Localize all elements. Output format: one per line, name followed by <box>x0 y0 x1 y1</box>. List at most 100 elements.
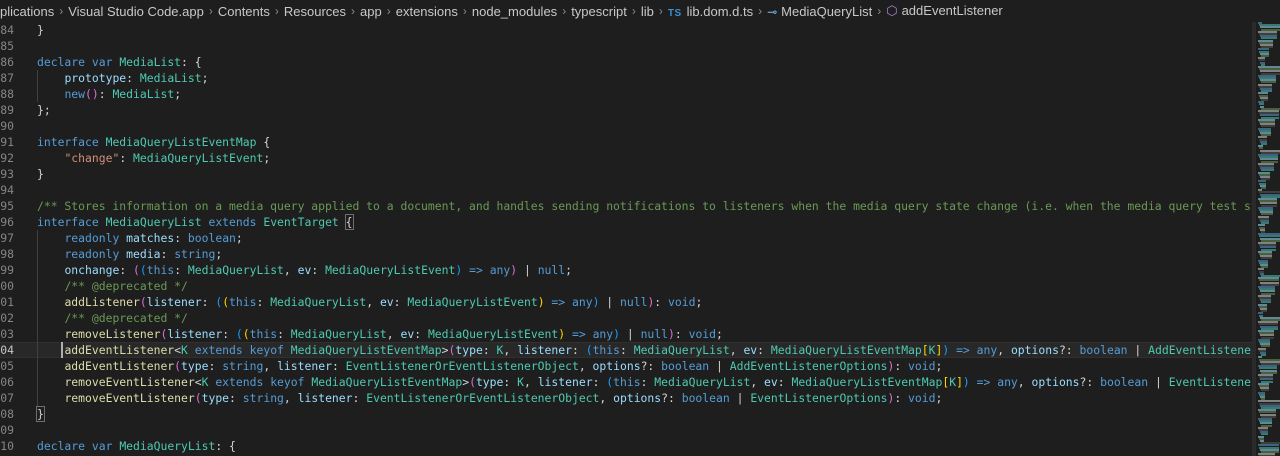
code-token: "change" <box>64 151 120 165</box>
code-text: addEventListener(type: string, listener:… <box>37 358 942 374</box>
code-text: /** @deprecated */ <box>37 278 188 294</box>
code-line[interactable]: 93} <box>0 166 1252 182</box>
code-token: any <box>976 343 998 357</box>
code-line[interactable]: 05 addEventListener(type: string, listen… <box>0 358 1252 374</box>
code-line[interactable]: 92 "change": MediaQueryListEvent; <box>0 150 1252 166</box>
breadcrumb-item[interactable]: plications <box>0 4 54 19</box>
code-token: interface <box>37 135 99 149</box>
code-line[interactable]: 96 interface MediaQueryList extends Event… <box>0 214 1252 230</box>
code-text: removeListener(listener: ((this: MediaQu… <box>37 326 722 342</box>
line-number: 07 <box>0 391 14 405</box>
breadcrumb-item[interactable]: extensions <box>396 4 458 19</box>
code-line[interactable]: 07 removeEventListener(type: string, lis… <box>0 390 1252 406</box>
code-token: : <box>331 359 346 373</box>
code-token: extends <box>194 343 243 357</box>
code-token: : <box>229 391 243 405</box>
line-number: 04 <box>0 343 14 357</box>
code-token: , <box>1017 375 1032 389</box>
code-token: boolean <box>187 231 236 245</box>
breadcrumb-item[interactable]: Contents <box>218 4 270 19</box>
code-token: , <box>729 343 744 357</box>
breadcrumb-symbol-method[interactable]: ⬡ addEventListener <box>886 3 1003 19</box>
code-token: extends <box>208 215 257 229</box>
code-text: /** @deprecated */ <box>37 310 187 326</box>
breadcrumb-symbol-interface[interactable]: ⊸ MediaQueryList <box>767 4 872 19</box>
breadcrumb-item[interactable]: app <box>360 4 382 19</box>
code-token: removeEventListener <box>64 391 195 405</box>
code-line[interactable]: 98 readonly media: string; <box>0 246 1252 262</box>
code-token: ( <box>242 327 250 341</box>
code-token: new <box>64 87 86 101</box>
code-editor[interactable]: 84} 85 86 declare var MediaList: {87 protot… <box>0 22 1252 456</box>
code-token: : <box>571 343 586 357</box>
code-token: addEventListener <box>64 343 175 357</box>
code-token: ; <box>201 71 209 85</box>
code-line[interactable]: 84} <box>0 22 1252 38</box>
code-token: void <box>668 295 696 309</box>
code-line[interactable]: 95 /** Stores information on a media quer… <box>0 198 1252 214</box>
code-token: listener <box>146 295 202 309</box>
code-token: options <box>1010 343 1059 357</box>
code-token: , <box>503 343 518 357</box>
code-line[interactable]: 97 readonly matches: boolean; <box>0 230 1252 246</box>
code-line[interactable]: 99 onchange: ((this: MediaQueryList, ev:… <box>0 262 1252 278</box>
line-number: 99 <box>0 263 14 277</box>
code-line[interactable]: 91 interface MediaQueryListEventMap { <box>0 134 1252 150</box>
code-token: ev <box>379 295 394 309</box>
code-token: : <box>277 327 291 341</box>
code-token: MediaQueryListEventMap <box>791 375 943 389</box>
code-token: void <box>908 359 936 373</box>
code-token: null <box>640 327 669 341</box>
code-token: : <box>654 295 669 309</box>
interface-symbol-icon: ⊸ <box>767 4 778 19</box>
code-line[interactable]: 00 /** @deprecated */ <box>0 278 1252 294</box>
code-token: readonly <box>64 231 120 245</box>
code-line[interactable]: 01 addListener(listener: ((this: MediaQu… <box>0 294 1252 310</box>
line-number: 02 <box>0 311 14 325</box>
code-line[interactable]: 09 <box>0 422 1252 438</box>
code-line[interactable]: 08} <box>0 406 1252 422</box>
code-token: this <box>613 375 641 389</box>
code-line[interactable]: 10 declare var MediaQueryList: { <box>0 438 1252 454</box>
code-line[interactable]: 03 removeListener(listener: ((this: Medi… <box>0 326 1252 342</box>
code-token: media <box>126 247 161 261</box>
code-text: "change": MediaQueryListEvent; <box>37 150 270 166</box>
breadcrumb-item[interactable]: Resources <box>284 4 346 19</box>
code-token: MediaQueryListEvent <box>325 263 456 277</box>
code-token: , <box>599 391 614 405</box>
breadcrumb-item[interactable]: node_modules <box>472 4 557 19</box>
code-token: | <box>1127 343 1149 357</box>
breadcrumb-item[interactable]: Visual Studio Code.app <box>68 4 204 19</box>
code-line[interactable]: 87 prototype: MediaList; <box>0 70 1252 86</box>
code-line[interactable]: 94 <box>0 182 1252 198</box>
code-token: ?: <box>640 359 662 373</box>
code-line[interactable]: 86 declare var MediaList: { <box>0 54 1252 70</box>
code-text: readonly matches: boolean; <box>37 230 242 246</box>
code-token: : <box>126 71 140 85</box>
code-line[interactable]: 85 <box>0 38 1252 54</box>
breadcrumb-item[interactable]: typescript <box>571 4 627 19</box>
code-line[interactable]: 04 addEventListener<K extends keyof Medi… <box>0 342 1252 358</box>
code-line[interactable]: 06 removeEventListener< K extends keyof M… <box>0 374 1252 390</box>
code-token: | <box>709 359 730 373</box>
code-line[interactable]: 90 <box>0 118 1252 134</box>
breadcrumb-file[interactable]: TS lib.dom.d.ts <box>668 4 753 19</box>
code-token: , <box>386 327 401 341</box>
line-number: 98 <box>0 247 14 261</box>
code-token: EventListenerOptions <box>750 391 888 405</box>
breadcrumb-item[interactable]: lib <box>641 4 654 19</box>
code-text: declare var MediaQueryList: { <box>37 438 236 454</box>
code-text: onchange: ((this: MediaQueryList, ev: Me… <box>37 262 572 278</box>
code-line[interactable]: 02 /** @deprecated */ <box>0 310 1252 326</box>
code-token: /** @deprecated */ <box>64 279 188 293</box>
minimap[interactable] <box>1256 22 1280 456</box>
breadcrumb-symbol-label: addEventListener <box>901 3 1003 18</box>
code-line[interactable]: 89}; <box>0 102 1252 118</box>
code-token: : <box>393 295 408 309</box>
code-line[interactable]: 88 new(): MediaList; <box>0 86 1252 102</box>
chevron-right-icon: › <box>351 4 356 18</box>
